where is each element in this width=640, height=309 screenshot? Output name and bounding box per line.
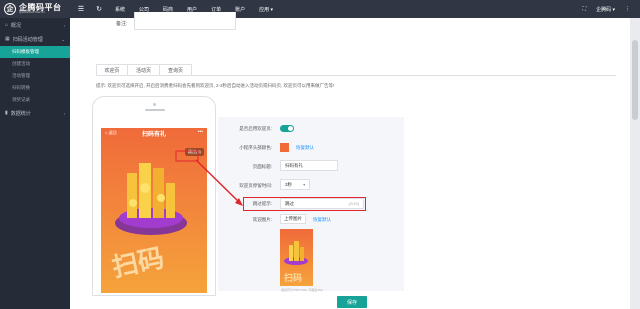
sidebar-item-label: 扫码活动管理 bbox=[12, 36, 43, 43]
chevron-down-icon: ▼ bbox=[302, 182, 306, 187]
save-button[interactable]: 保存 bbox=[337, 296, 367, 308]
color-swatch[interactable] bbox=[280, 143, 289, 152]
hint-text: 提示: 欢迎页可选择开启, 开启后消费者扫码会先看到欢迎页, 2-3秒后自动进入… bbox=[96, 83, 335, 88]
preview-illustration: 扫码 bbox=[284, 241, 308, 284]
welcome-image-label: 欢迎图片: bbox=[252, 217, 272, 222]
stay-time-value: 3秒 bbox=[285, 181, 293, 187]
top-right: ⛶ 企腾码 ▾ ⋮ bbox=[583, 0, 630, 18]
image-size-note: (建议尺寸750*1334, 不超过1M) bbox=[281, 288, 323, 292]
note-label: 备注: bbox=[116, 21, 128, 27]
annotation-highlight-box bbox=[243, 197, 366, 211]
phone-screen: < 返回 扫码有礼 ••• 跳过(3) 扫码 bbox=[101, 128, 207, 293]
upload-image-button[interactable]: 上传图片 bbox=[280, 214, 306, 224]
phone-speaker bbox=[145, 109, 165, 111]
chart-icon: ▮ bbox=[5, 110, 8, 116]
page-title-input[interactable]: 扫码有礼 bbox=[280, 160, 338, 171]
page-title-label: 页面标题: bbox=[252, 164, 272, 169]
sidebar-item-scan-activity[interactable]: ▦ 扫码活动管理 ⌄ bbox=[0, 32, 70, 46]
sidebar-subitem-create[interactable]: 创建活动 bbox=[0, 58, 70, 70]
nav-item-apps[interactable]: 应用 ▾ bbox=[252, 6, 280, 13]
stay-time-select[interactable]: 3秒 ▼ bbox=[280, 179, 310, 190]
stay-time-label: 欢迎页停留时间: bbox=[239, 183, 272, 188]
sidebar-item-overview[interactable]: ⌂ 概况 ‹ bbox=[0, 18, 70, 32]
top-bar: 企 企腾码平台 QIENGMAPINGTAI ☰ ↻ 系统 公司 码商 用户 订… bbox=[0, 0, 640, 18]
logo-subtitle: QIENGMAPINGTAI bbox=[19, 10, 45, 14]
sidebar-item-stats[interactable]: ▮ 数据统计 ‹ bbox=[0, 106, 70, 120]
enable-toggle[interactable] bbox=[280, 125, 294, 132]
sidebar-item-label: 概况 bbox=[11, 22, 22, 29]
refresh-icon[interactable]: ↻ bbox=[90, 5, 108, 13]
sidebar-subitem-convert[interactable]: 扫码转换 bbox=[0, 82, 70, 94]
reset-color-link[interactable]: 恢复默认 bbox=[296, 145, 314, 151]
sidebar-subitem-records[interactable]: 领奖记录 bbox=[0, 94, 70, 106]
home-icon: ⌂ bbox=[5, 22, 9, 28]
svg-text:扫码: 扫码 bbox=[110, 243, 167, 283]
reset-image-link[interactable]: 恢复默认 bbox=[313, 217, 331, 223]
note-textarea[interactable] bbox=[134, 12, 236, 30]
chevron-left-icon: ‹ bbox=[63, 22, 65, 28]
enable-label: 是否启用欢迎页: bbox=[239, 126, 272, 131]
scrollbar-thumb[interactable] bbox=[632, 40, 638, 120]
phone-preview: < 返回 扫码有礼 ••• 跳过(3) 扫码 bbox=[92, 96, 216, 296]
fullscreen-icon[interactable]: ⛶ bbox=[583, 6, 587, 12]
user-menu[interactable]: 企腾码 ▾ bbox=[596, 6, 615, 13]
tab-divider bbox=[96, 75, 616, 76]
sidebar: ⌂ 概况 ‹ ▦ 扫码活动管理 ⌄ 扫码模板管理 创建活动 活动管理 扫码转换 … bbox=[0, 18, 70, 309]
phone-camera bbox=[153, 103, 156, 106]
logo-mark: 企 bbox=[4, 3, 16, 15]
logo[interactable]: 企 企腾码平台 QIENGMAPINGTAI bbox=[4, 2, 62, 16]
scrollbar[interactable] bbox=[630, 18, 640, 309]
settings-icon[interactable]: ⋮ bbox=[625, 6, 630, 12]
nav-item-system[interactable]: 系统 bbox=[108, 6, 132, 13]
header-color-label: 小程序头部颜色: bbox=[239, 145, 272, 150]
sidebar-subitem-manage[interactable]: 活动管理 bbox=[0, 70, 70, 82]
sidebar-item-label: 数据统计 bbox=[10, 110, 31, 117]
menu-toggle-icon[interactable]: ☰ bbox=[72, 5, 90, 13]
sidebar-subitem-template[interactable]: 扫码模板管理 bbox=[0, 46, 70, 58]
grid-icon: ▦ bbox=[5, 36, 10, 42]
welcome-image-preview: 扫码 bbox=[280, 229, 313, 286]
chevron-left-icon: ‹ bbox=[63, 110, 65, 116]
welcome-illustration: 扫码 bbox=[110, 163, 187, 283]
chevron-down-icon: ⌄ bbox=[61, 36, 65, 42]
svg-text:扫码: 扫码 bbox=[284, 272, 302, 284]
